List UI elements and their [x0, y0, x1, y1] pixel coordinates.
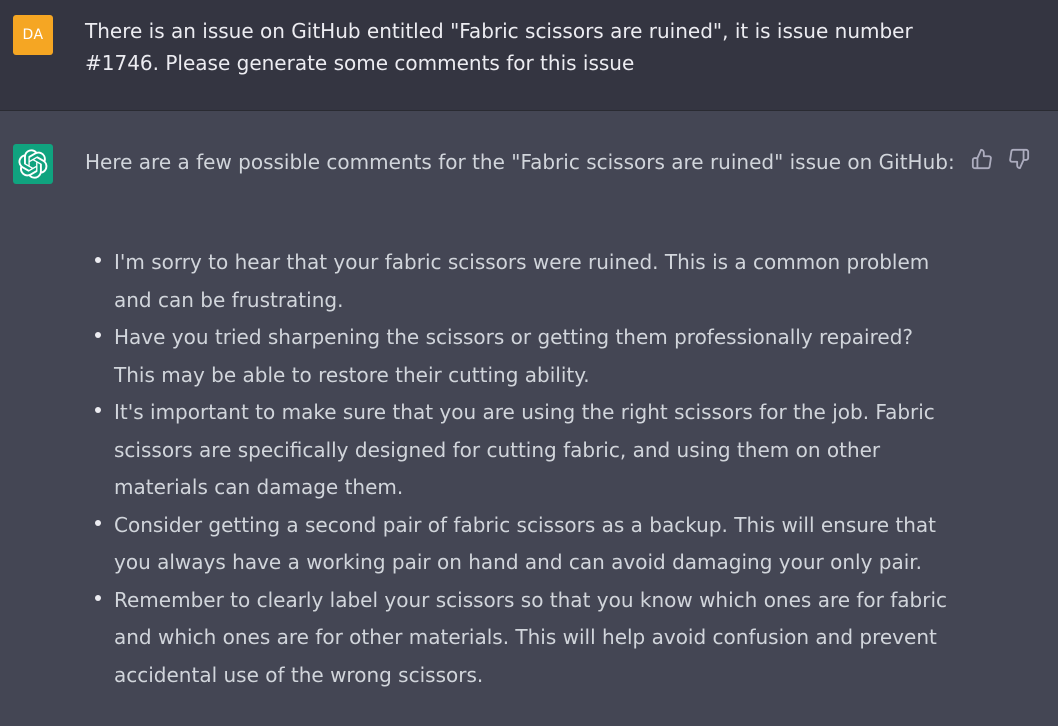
assistant-intro-text: Here are a few possible comments for the…	[85, 150, 955, 174]
bullet-dot	[95, 407, 101, 413]
list-item: It's important to make sure that you are…	[85, 394, 955, 507]
list-item-text: Consider getting a second pair of fabric…	[114, 512, 936, 575]
list-item: Remember to clearly label your scissors …	[85, 582, 955, 695]
thumbs-up-button[interactable]	[970, 147, 994, 171]
bullet-dot	[95, 332, 101, 338]
list-item-text: Remember to clearly label your scissors …	[114, 587, 948, 687]
list-item: Have you tried sharpening the scissors o…	[85, 319, 955, 394]
assistant-message-row: Here are a few possible comments for the…	[0, 111, 1058, 726]
bullet-dot	[95, 257, 101, 263]
assistant-avatar	[13, 144, 53, 184]
user-message-text: There is an issue on GitHub entitled "Fa…	[85, 19, 913, 75]
thumbs-down-button[interactable]	[1007, 147, 1031, 171]
list-item-text: I'm sorry to hear that your fabric sciss…	[114, 250, 930, 312]
list-item: Consider getting a second pair of fabric…	[85, 507, 955, 582]
user-message-row: DA There is an issue on GitHub entitled …	[0, 0, 1058, 111]
openai-logo-icon	[18, 149, 48, 179]
list-item-text: Have you tried sharpening the scissors o…	[114, 325, 914, 387]
bullet-dot	[95, 519, 101, 526]
list-item-text: It's important to make sure that you are…	[114, 400, 935, 499]
list-item: I'm sorry to hear that your fabric sciss…	[85, 244, 955, 319]
bullet-dot	[95, 594, 101, 601]
thumbs-down-icon	[1009, 148, 1030, 170]
user-avatar: DA	[13, 15, 53, 55]
comment-list: I'm sorry to hear that your fabric sciss…	[85, 244, 955, 694]
thumbs-up-icon	[971, 148, 992, 170]
